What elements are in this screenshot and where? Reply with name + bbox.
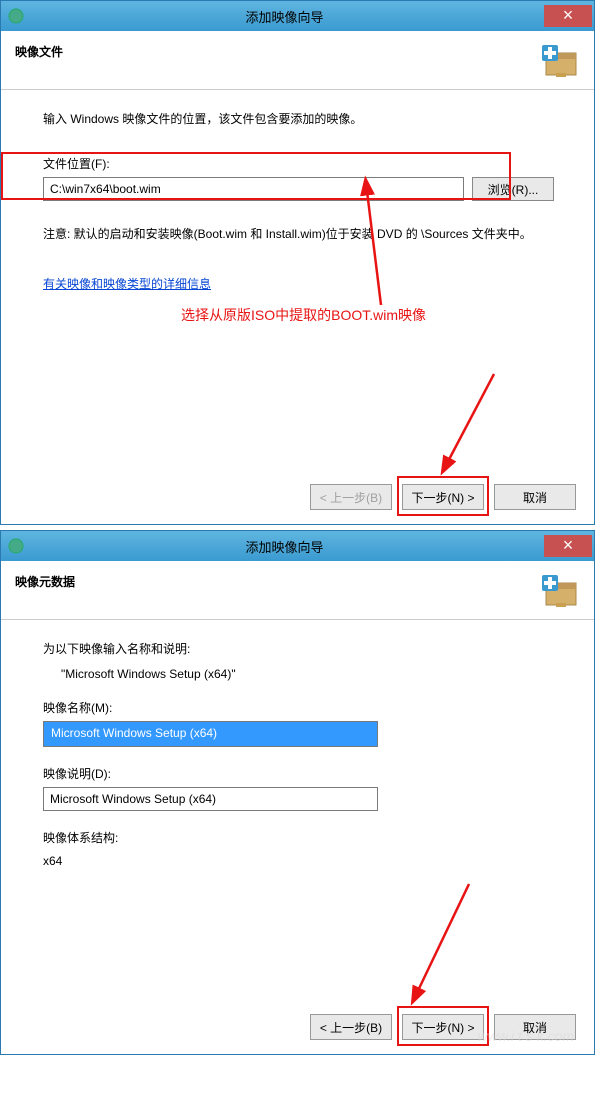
close-button[interactable]: ×: [544, 535, 592, 557]
wizard-icon: [538, 573, 580, 609]
close-button[interactable]: ×: [544, 5, 592, 27]
instruction-text: 输入 Windows 映像文件的位置，该文件包含要添加的映像。: [43, 110, 554, 127]
image-name-field-wrapper: Microsoft Windows Setup (x64): [43, 721, 378, 747]
dialog-add-image-wizard-1: 添加映像向导 × 映像文件 输入 Windows 映像文件的位置，该文件包含要添…: [0, 0, 595, 525]
app-icon: [7, 7, 25, 25]
cancel-button[interactable]: 取消: [494, 484, 576, 510]
annotation-box-file: [1, 152, 511, 200]
instruction-text: 为以下映像输入名称和说明:: [43, 640, 554, 657]
image-name-input[interactable]: Microsoft Windows Setup (x64): [44, 722, 377, 746]
image-identifier: "Microsoft Windows Setup (x64)": [61, 667, 554, 681]
content-area: 为以下映像输入名称和说明: "Microsoft Windows Setup (…: [1, 620, 594, 1000]
image-desc-input[interactable]: [43, 787, 378, 811]
annotation-box-next: [397, 1006, 489, 1046]
annotation-text: 选择从原版ISO中提取的BOOT.wim映像: [181, 305, 426, 325]
footer: < 上一步(B) 下一步(N) > 取消: [1, 1000, 594, 1054]
note-text: 注意: 默认的启动和安装映像(Boot.wim 和 Install.wim)位于…: [43, 225, 554, 243]
annotation-box-next: [397, 476, 489, 516]
help-link[interactable]: 有关映像和映像类型的详细信息: [43, 277, 211, 291]
header-section: 映像文件: [1, 31, 594, 90]
header-title: 映像元数据: [15, 571, 75, 590]
watermark: www.i t s k.com: [478, 1028, 574, 1044]
content-area: 输入 Windows 映像文件的位置，该文件包含要添加的映像。 文件位置(F):…: [1, 90, 594, 470]
image-arch-label: 映像体系结构:: [43, 829, 554, 846]
titlebar: 添加映像向导 ×: [1, 531, 594, 561]
image-arch-value: x64: [43, 854, 554, 868]
back-button: < 上一步(B): [310, 484, 392, 510]
footer: < 上一步(B) 下一步(N) > 取消: [1, 470, 594, 524]
image-desc-label: 映像说明(D):: [43, 765, 554, 782]
image-name-label: 映像名称(M):: [43, 699, 554, 716]
titlebar: 添加映像向导 ×: [1, 1, 594, 31]
header-title: 映像文件: [15, 41, 63, 60]
back-button[interactable]: < 上一步(B): [310, 1014, 392, 1040]
app-icon: [7, 537, 25, 555]
wizard-icon: [538, 43, 580, 79]
header-section: 映像元数据: [1, 561, 594, 620]
window-title: 添加映像向导: [25, 537, 544, 556]
window-title: 添加映像向导: [25, 7, 544, 26]
dialog-add-image-wizard-2: 添加映像向导 × 映像元数据 为以下映像输入名称和说明: "Microsoft …: [0, 530, 595, 1055]
